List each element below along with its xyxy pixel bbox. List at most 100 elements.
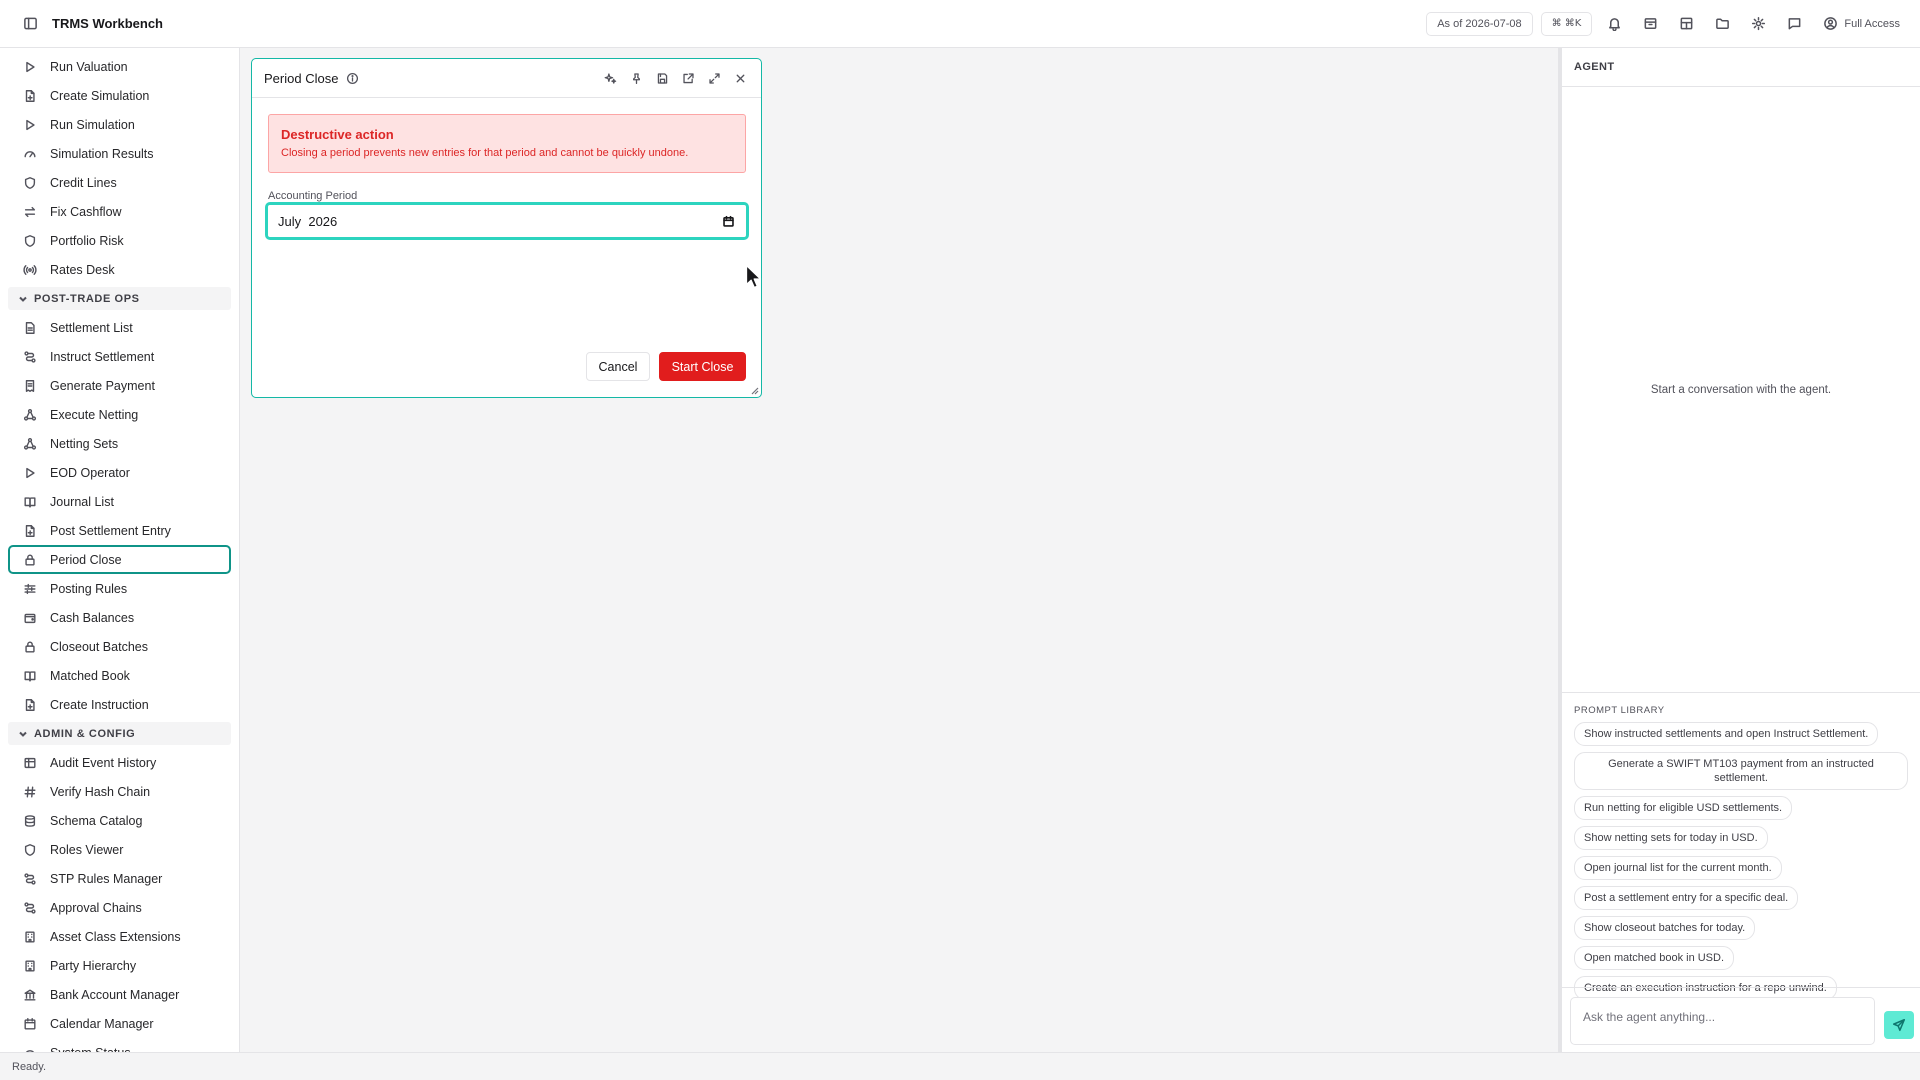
prompt-chip[interactable]: Show closeout batches for today. xyxy=(1574,916,1756,940)
prompt-chip[interactable]: Post a settlement entry for a specific d… xyxy=(1574,886,1799,910)
agent-message-input[interactable] xyxy=(1570,997,1875,1045)
command-palette-button[interactable]: ⌘ ⌘K xyxy=(1540,11,1593,36)
sidebar-item-label: Posting Rules xyxy=(50,581,128,596)
archive-button[interactable] xyxy=(1636,10,1664,38)
prompt-chip[interactable]: Open matched book in USD. xyxy=(1574,946,1735,970)
sidebar-item[interactable]: Closeout Batches xyxy=(8,632,231,661)
send-button[interactable] xyxy=(1884,1011,1914,1039)
cancel-button[interactable]: Cancel xyxy=(586,352,650,381)
play-icon xyxy=(22,59,38,75)
sidebar-item[interactable]: Execute Netting xyxy=(8,400,231,429)
external-link-icon[interactable] xyxy=(679,69,697,87)
broadcast-icon xyxy=(22,262,38,278)
nav-section-header[interactable]: POST-TRADE OPS xyxy=(8,287,231,310)
accounting-period-input[interactable]: July 2026 xyxy=(265,202,749,240)
sidebar-item[interactable]: EOD Operator xyxy=(8,458,231,487)
sidebar-item[interactable]: Generate Payment xyxy=(8,371,231,400)
close-icon[interactable] xyxy=(731,69,749,87)
sidebar-item[interactable]: Portfolio Risk xyxy=(8,226,231,255)
sidebar-item[interactable]: Credit Lines xyxy=(8,168,231,197)
route-icon xyxy=(22,349,38,365)
sidebar-item-label: Fix Cashflow xyxy=(50,204,122,219)
start-close-button[interactable]: Start Close xyxy=(659,352,746,381)
sidebar-item[interactable]: Period Close xyxy=(8,545,231,574)
sidebar-item[interactable]: Posting Rules xyxy=(8,574,231,603)
sidebar-item[interactable]: Fix Cashflow xyxy=(8,197,231,226)
sidebar-item[interactable]: STP Rules Manager xyxy=(8,864,231,893)
sidebar-item[interactable]: System Status xyxy=(8,1038,231,1052)
sidebar-item[interactable]: Instruct Settlement xyxy=(8,342,231,371)
period-close-panel: Period Close Destructive action Closing … xyxy=(251,58,762,398)
prompt-chip[interactable]: Open journal list for the current month. xyxy=(1574,856,1782,880)
sidebar-item-label: Bank Account Manager xyxy=(50,987,180,1002)
sidebar-item[interactable]: Post Settlement Entry xyxy=(8,516,231,545)
sidebar-item[interactable]: Schema Catalog xyxy=(8,806,231,835)
settings-button[interactable] xyxy=(1744,10,1772,38)
gauge-icon xyxy=(22,146,38,162)
prompt-chip[interactable]: Show instructed settlements and open Ins… xyxy=(1574,722,1879,746)
sidebar-item[interactable]: Cash Balances xyxy=(8,603,231,632)
prompt-chip[interactable]: Generate a SWIFT MT103 payment from an i… xyxy=(1574,752,1908,790)
table-icon xyxy=(22,755,38,771)
sidebar-item[interactable]: Run Simulation xyxy=(8,110,231,139)
prompt-chip[interactable]: Show netting sets for today in USD. xyxy=(1574,826,1768,850)
layout-button[interactable] xyxy=(1672,10,1700,38)
sidebar-item-label: Asset Class Extensions xyxy=(50,929,181,944)
sidebar-item[interactable]: Create Instruction xyxy=(8,690,231,719)
calendar-icon[interactable] xyxy=(720,213,736,229)
sidebar-item[interactable]: Create Simulation xyxy=(8,81,231,110)
sidebar-item-label: EOD Operator xyxy=(50,465,130,480)
access-indicator[interactable]: Full Access xyxy=(1822,16,1900,32)
chat-button[interactable] xyxy=(1780,10,1808,38)
sliders-icon xyxy=(22,581,38,597)
sidebar-item[interactable]: Audit Event History xyxy=(8,748,231,777)
resize-handle-icon[interactable] xyxy=(751,387,759,395)
sidebar-item-label: Netting Sets xyxy=(50,436,119,451)
sidebar-item[interactable]: Netting Sets xyxy=(8,429,231,458)
sidebar-item-label: Cash Balances xyxy=(50,610,135,625)
sidebar-item[interactable]: Party Hierarchy xyxy=(8,951,231,980)
play-icon xyxy=(22,117,38,133)
file-plus-icon xyxy=(22,523,38,539)
expand-icon[interactable] xyxy=(705,69,723,87)
sidebar-item-label: Verify Hash Chain xyxy=(50,784,151,799)
sidebar-item[interactable]: Journal List xyxy=(8,487,231,516)
sidebar-toggle-button[interactable] xyxy=(20,14,40,34)
hash-icon xyxy=(22,784,38,800)
sidebar-item[interactable]: Asset Class Extensions xyxy=(8,922,231,951)
sidebar-item[interactable]: Verify Hash Chain xyxy=(8,777,231,806)
nav-section-header[interactable]: ADMIN & CONFIG xyxy=(8,722,231,745)
sparkles-icon[interactable] xyxy=(601,69,619,87)
building-icon xyxy=(22,929,38,945)
folder-button[interactable] xyxy=(1708,10,1736,38)
panel-title: Period Close xyxy=(264,70,339,86)
sidebar-item[interactable]: Rates Desk xyxy=(8,255,231,284)
access-label: Full Access xyxy=(1844,17,1900,30)
prompt-chip[interactable]: Run netting for eligible USD settlements… xyxy=(1574,796,1793,820)
alert-message: Closing a period prevents new entries fo… xyxy=(281,147,689,159)
prompt-library-title: PROMPT LIBRARY xyxy=(1574,705,1665,716)
sidebar-item[interactable]: Settlement List xyxy=(8,313,231,342)
as-of-date-badge[interactable]: As of 2026-07-08 xyxy=(1426,11,1533,36)
file-plus-icon xyxy=(22,697,38,713)
pin-icon[interactable] xyxy=(627,69,645,87)
lock-icon xyxy=(22,552,38,568)
sidebar-item[interactable]: Matched Book xyxy=(8,661,231,690)
sidebar-item-label: Matched Book xyxy=(50,668,130,683)
notifications-button[interactable] xyxy=(1600,10,1628,38)
save-icon[interactable] xyxy=(653,69,671,87)
sidebar: Run Valuation Create Simulation Run Simula… xyxy=(0,48,240,1052)
panel-header: Period Close xyxy=(252,59,761,98)
sidebar-item-label: STP Rules Manager xyxy=(50,871,163,886)
sidebar-item[interactable]: Roles Viewer xyxy=(8,835,231,864)
sidebar-item[interactable]: Approval Chains xyxy=(8,893,231,922)
sidebar-item[interactable]: Bank Account Manager xyxy=(8,980,231,1009)
sidebar-item[interactable]: Simulation Results xyxy=(8,139,231,168)
sidebar-item[interactable]: Run Valuation xyxy=(8,52,231,81)
sidebar-item[interactable]: Calendar Manager xyxy=(8,1009,231,1038)
gauge-icon xyxy=(22,1045,38,1052)
calendar-icon xyxy=(22,1016,38,1032)
sidebar-item-label: Period Close xyxy=(50,552,122,567)
info-icon[interactable] xyxy=(344,70,360,86)
sidebar-item-label: Portfolio Risk xyxy=(50,233,124,248)
